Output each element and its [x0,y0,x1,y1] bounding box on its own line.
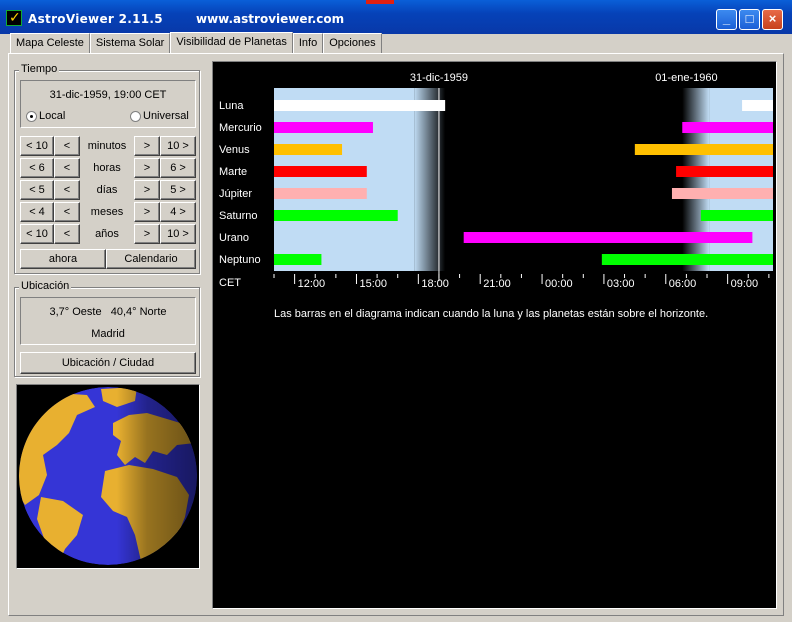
minutes-back-button[interactable]: < [54,136,80,156]
months-back-4-button[interactable]: < 4 [20,202,54,222]
months-forward-button[interactable]: > [134,202,160,222]
bar-3-0 [274,166,367,177]
bar-7-1 [601,254,773,265]
bar-1-1 [682,122,773,133]
visibility-diagram: 31-dic-1959 01-ene-1960 Luna Mercurio Venus M… [219,72,773,320]
universal-radio[interactable] [130,111,141,122]
bar-7-0 [274,254,322,265]
hours-forward-button[interactable]: > [134,158,160,178]
days-forward-button[interactable]: > [134,180,160,200]
years-back-10-button[interactable]: < 10 [20,224,54,244]
tick-label-3: 21:00 [483,278,511,290]
location-coords: 3,7° Oeste 40,4° Norte [49,306,167,318]
tab-visibilidad-planetas[interactable]: Visibilidad de Planetas [170,32,293,53]
months-label: meses [90,206,124,218]
bar-6-0 [463,232,753,243]
tiempo-title: Tiempo [19,63,60,75]
tab-bar: Mapa Celeste Sistema Solar Visibilidad d… [10,32,382,53]
tick-label-4: 00:00 [545,278,573,290]
series-label-7: Neptuno [219,254,261,266]
daylight-band-1 [709,88,773,271]
minutes-label: minutos [87,140,127,152]
tick-label-5: 03:00 [607,278,635,290]
calendar-button[interactable]: Calendario [106,249,196,269]
globe-icon [19,387,197,565]
tab-opciones[interactable]: Opciones [323,33,382,53]
location-city: Madrid [91,328,125,340]
window-title: AstroViewer 2.11.5 [28,12,163,26]
website-url: www.astroviewer.com [196,12,345,26]
daylight-band-0 [274,88,415,271]
series-label-0: Luna [219,100,244,112]
location-city-button[interactable]: Ubicación / Ciudad [20,352,196,374]
days-back-5-button[interactable]: < 5 [20,180,54,200]
days-back-button[interactable]: < [54,180,80,200]
bar-2-0 [274,144,343,155]
series-label-6: Urano [219,232,249,244]
series-label-4: Júpiter [219,188,252,200]
days-forward-5-button[interactable]: 5 > [160,180,196,200]
local-label[interactable]: Local [39,106,65,126]
tab-mapa-celeste[interactable]: Mapa Celeste [10,33,90,53]
minutes-forward-button[interactable]: > [134,136,160,156]
tick-label-7: 09:00 [731,278,759,290]
twilight-band-0 [414,88,446,271]
bar-0-0 [274,100,446,111]
tick-label-2: 18:00 [421,278,449,290]
hours-forward-6-button[interactable]: 6 > [160,158,196,178]
earth-globe [16,384,200,569]
years-label: años [95,228,119,240]
bar-0-1 [742,100,773,111]
series-label-3: Marte [219,166,247,178]
current-datetime: 31-dic-1959, 19:00 CET [49,89,167,101]
app-icon[interactable] [6,9,22,26]
bar-4-1 [671,188,773,199]
series-label-5: Saturno [219,210,258,222]
months-back-button[interactable]: < [54,202,80,222]
tick-label-6: 06:00 [669,278,697,290]
minimize-button[interactable]: _ [716,9,737,30]
planet-visibility-chart: 31-dic-1959 01-ene-1960 Luna Mercurio Venus M… [212,61,777,609]
maximize-button[interactable]: □ [739,9,760,30]
chart-caption: Las barras en el diagrama indican cuando… [274,308,708,320]
bar-4-0 [274,188,367,199]
hours-label: horas [93,162,121,174]
years-forward-10-button[interactable]: 10 > [160,224,196,244]
tick-label-1: 15:00 [359,278,387,290]
close-button[interactable]: × [762,9,783,30]
bar-5-1 [700,210,773,221]
minutes-back-10-button[interactable]: < 10 [20,136,54,156]
bar-5-0 [274,210,398,221]
red-marker [366,0,394,4]
tab-sistema-solar[interactable]: Sistema Solar [89,33,171,53]
years-forward-button[interactable]: > [134,224,160,244]
minutes-forward-10-button[interactable]: 10 > [160,136,196,156]
tick-label-0: 12:00 [298,278,326,290]
twilight-band-1 [682,88,710,271]
tab-info[interactable]: Info [292,33,324,53]
bar-1-0 [274,122,373,133]
days-label: días [96,184,118,196]
series-label-2: Venus [219,144,250,156]
hours-back-6-button[interactable]: < 6 [20,158,54,178]
months-forward-4-button[interactable]: 4 > [160,202,196,222]
local-radio[interactable] [26,111,37,122]
now-button[interactable]: ahora [20,249,106,269]
date-label-0: 31-dic-1959 [410,72,468,84]
bar-2-1 [634,144,773,155]
title-bar: AstroViewer 2.11.5 www.astroviewer.com _… [0,0,792,34]
date-label-1: 01-ene-1960 [655,72,717,84]
bar-3-1 [676,166,773,177]
ubicacion-title: Ubicación [19,280,72,292]
series-label-1: Mercurio [219,122,262,134]
universal-label[interactable]: Universal [143,106,189,126]
axis-label: CET [219,277,241,289]
years-back-button[interactable]: < [54,224,80,244]
hours-back-button[interactable]: < [54,158,80,178]
